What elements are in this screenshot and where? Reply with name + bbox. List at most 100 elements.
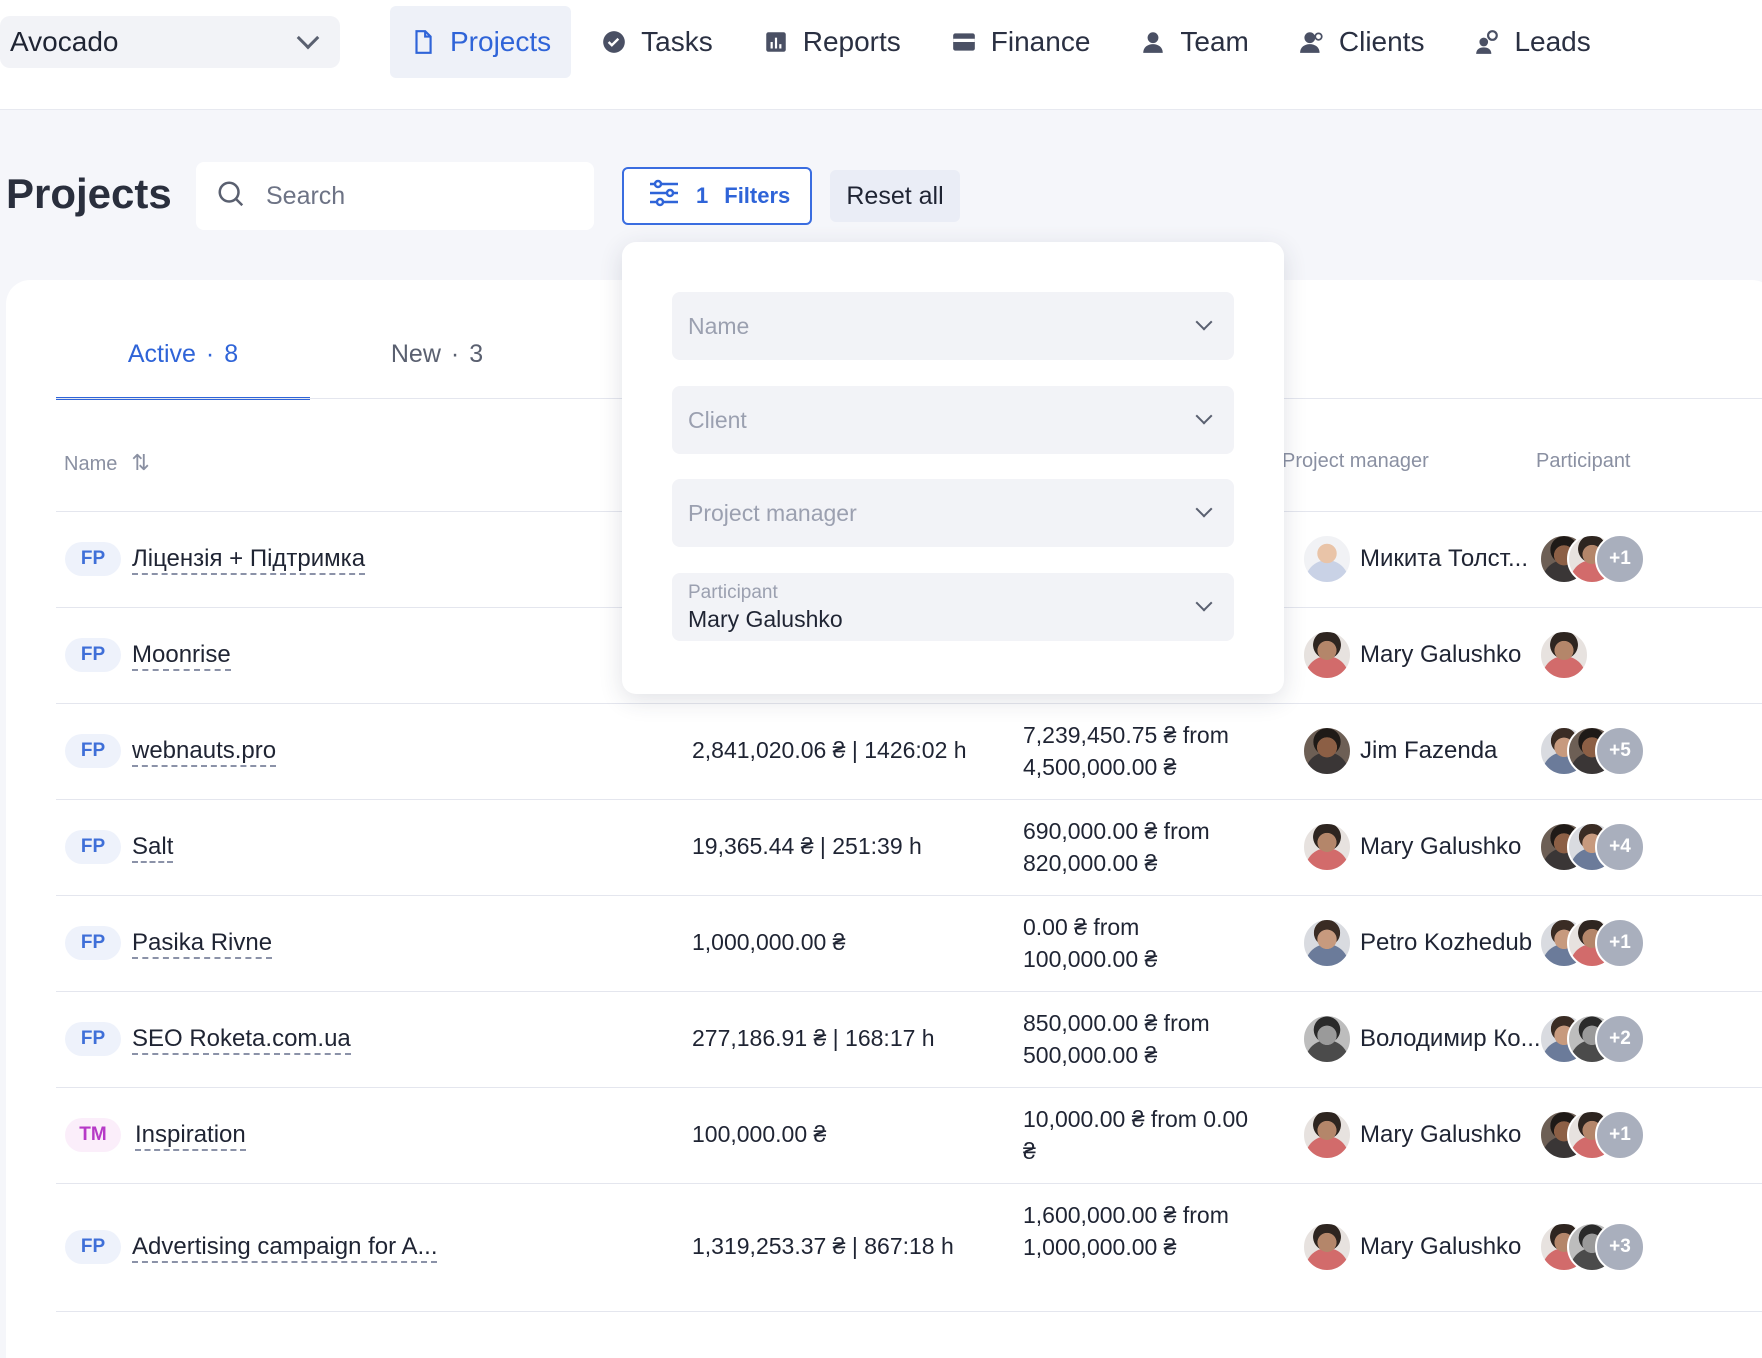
project-manager-name: Mary Galushko (1360, 1233, 1522, 1260)
tab-new[interactable]: New · 3 (310, 340, 564, 400)
chevron-down-icon (1195, 407, 1213, 425)
nav-item-label: Tasks (641, 26, 713, 57)
nav-item-tasks[interactable]: Tasks (581, 6, 733, 78)
project-manager[interactable]: Mary Galushko (1302, 1110, 1521, 1160)
more-participants-count[interactable]: +1 (1595, 1110, 1645, 1160)
more-participants-count[interactable]: +1 (1595, 534, 1645, 584)
chevron-down-icon (1195, 313, 1213, 331)
nav-item-label: Reports (802, 26, 901, 57)
project-name-link[interactable]: Moonrise (132, 641, 231, 671)
table-row[interactable]: TM Inspiration 100,000.00 ₴ 10,000.00 ₴ fro… (56, 1087, 1762, 1183)
nav-item-reports[interactable]: Reports (743, 6, 921, 78)
more-participants-count[interactable]: +2 (1595, 1014, 1645, 1064)
participants-avatars[interactable] (1539, 630, 1589, 680)
tab-label: Active (127, 340, 196, 368)
column-header-participant: Participant (1536, 450, 1631, 472)
participants-avatars[interactable]: +1 (1539, 1110, 1645, 1160)
participants-avatars[interactable]: +1 (1539, 534, 1645, 584)
lead-icon (1474, 29, 1500, 55)
project-manager[interactable]: Володимир Ко... (1302, 1014, 1541, 1064)
project-manager-name: Mary Galushko (1360, 1121, 1522, 1148)
project-name-link[interactable]: SEO Roketa.com.ua (132, 1025, 351, 1055)
search-input[interactable] (266, 181, 566, 211)
nav-item-finance[interactable]: Finance (931, 6, 1111, 78)
filters-count: 1 (696, 183, 709, 208)
bar-chart-icon (763, 29, 789, 55)
project-name-link[interactable]: webnauts.pro (132, 737, 277, 767)
name-filter-placeholder: Name (688, 312, 750, 339)
table-row[interactable]: FP Pasika Rivne 1,000,000.00 ₴ 0.00 ₴ from … (56, 895, 1762, 991)
project-type-badge: FP (65, 638, 121, 672)
project-name-link[interactable]: Advertising campaign for A... (132, 1233, 438, 1263)
project-name-link[interactable]: Inspiration (135, 1121, 246, 1151)
people-icon (1299, 29, 1325, 55)
participants-avatars[interactable]: +3 (1539, 1222, 1645, 1272)
project-manager[interactable]: Mary Galushko (1302, 822, 1521, 872)
search-box (196, 162, 594, 230)
page-title: Projects (6, 170, 172, 217)
sort-icon: ⇅ (131, 450, 150, 475)
project-plan: 10,000.00 ₴ from 0.00 ₴ (1023, 1106, 1249, 1164)
person-icon (1140, 29, 1166, 55)
project-name-link[interactable]: Salt (132, 833, 174, 863)
table-divider (56, 1311, 1762, 1312)
table-row[interactable]: FP Salt 19,365.44 ₴ | 251:39 h 690,000.00 ₴… (56, 799, 1762, 895)
participants-avatars[interactable]: +5 (1539, 726, 1645, 776)
project-manager[interactable]: Jim Fazenda (1302, 726, 1497, 776)
avatar (1302, 1222, 1352, 1272)
nav-item-label: Projects (450, 26, 552, 57)
project-name-link[interactable]: Ліцензія + Підтримка (132, 545, 366, 575)
chevron-down-icon (296, 26, 320, 50)
table-row[interactable]: FP Advertising campaign for A... 1,319,253… (56, 1183, 1762, 1311)
project-budget: 1,319,253.37 ₴ | 867:18 h (692, 1233, 954, 1259)
participant-filter-select[interactable]: Participant Mary Galushko (672, 573, 1234, 641)
more-participants-count[interactable]: +4 (1595, 822, 1645, 872)
table-row[interactable]: FP webnauts.pro 2,841,020.06 ₴ | 1426:02 h… (56, 703, 1762, 799)
project-manager-filter-select[interactable]: Project manager (672, 479, 1234, 547)
project-type-badge: FP (65, 1022, 121, 1056)
nav-item-projects[interactable]: Projects (390, 6, 572, 78)
participants-avatars[interactable]: +1 (1539, 918, 1645, 968)
table-row[interactable]: FP SEO Roketa.com.ua 277,186.91 ₴ | 168:17… (56, 991, 1762, 1087)
check-circle-icon (601, 29, 627, 55)
project-manager[interactable]: Mary Galushko (1302, 630, 1521, 680)
participants-avatars[interactable]: +4 (1539, 822, 1645, 872)
tab-active[interactable]: Active · 8 (56, 340, 310, 400)
nav-item-label: Leads (1514, 26, 1591, 57)
client-filter-select[interactable]: Client (672, 386, 1234, 454)
more-participants-count[interactable]: +5 (1595, 726, 1645, 776)
nav-item-clients[interactable]: Clients (1279, 6, 1445, 78)
filter-panel: Name Client Project manager Participant … (622, 242, 1284, 694)
document-icon (410, 29, 436, 55)
pm-filter-placeholder: Project manager (688, 499, 857, 526)
avatar (1302, 726, 1352, 776)
nav-item-label: Team (1180, 26, 1249, 57)
project-manager[interactable]: Mary Galushko (1302, 1222, 1521, 1272)
nav-item-team[interactable]: Team (1120, 6, 1268, 78)
project-type-badge: TM (65, 1118, 121, 1152)
reset-all-button[interactable]: Reset all (830, 170, 960, 222)
project-budget: 100,000.00 ₴ (692, 1121, 827, 1147)
more-participants-count[interactable]: +3 (1595, 1222, 1645, 1272)
project-plan: 1,600,000.00 ₴ from 1,000,000.00 ₴ (1023, 1202, 1229, 1260)
main-nav: Projects Tasks Reports Finance Team Clie… (390, 6, 1621, 78)
name-filter-select[interactable]: Name (672, 292, 1234, 360)
workspace-selector[interactable]: Avocado (0, 16, 340, 68)
participants-avatars[interactable]: +2 (1539, 1014, 1645, 1064)
tab-count: 3 (469, 340, 484, 368)
filters-button[interactable]: 1 Filters (622, 167, 812, 225)
column-header-name[interactable]: Name ⇅ (64, 450, 150, 476)
chevron-down-icon (1195, 500, 1213, 518)
project-type-badge: FP (65, 1230, 121, 1264)
project-manager[interactable]: Микита Толст... (1302, 534, 1528, 584)
more-participants-count[interactable]: +1 (1595, 918, 1645, 968)
client-filter-placeholder: Client (688, 406, 747, 433)
avatar (1302, 1014, 1352, 1064)
chevron-down-icon (1195, 594, 1213, 612)
tab-count: 8 (224, 340, 239, 368)
nav-item-label: Clients (1338, 26, 1425, 57)
project-manager-name: Микита Толст... (1360, 545, 1528, 572)
project-name-link[interactable]: Pasika Rivne (132, 929, 273, 959)
nav-item-leads[interactable]: Leads (1454, 6, 1610, 78)
project-manager[interactable]: Petro Kozhedub (1302, 918, 1532, 968)
